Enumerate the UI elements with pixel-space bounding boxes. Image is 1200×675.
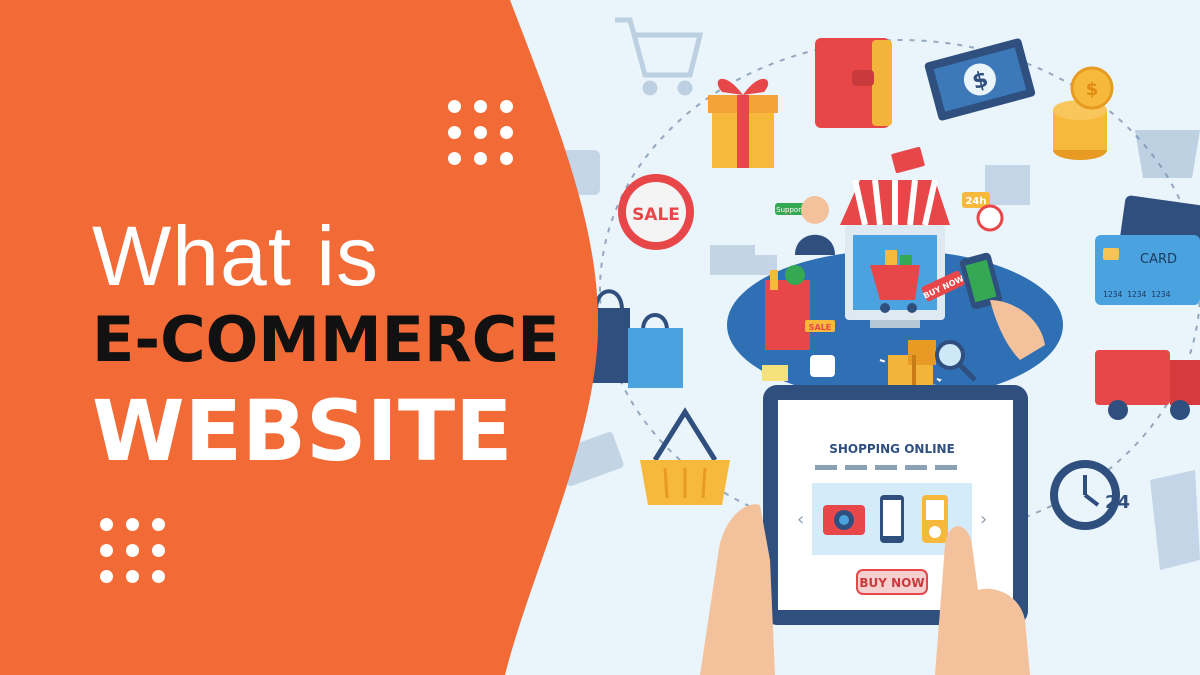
orange-title-panel — [0, 0, 599, 675]
ecommerce-illustration: $ $ SALE CARD 1234 1234 1234 24 Support … — [0, 0, 1200, 675]
clock-label: 24 — [1105, 492, 1130, 513]
phone-product-icon — [880, 495, 904, 543]
buy-now-label: BUY NOW — [859, 576, 924, 590]
screen-title: SHOPPING ONLINE — [829, 442, 955, 456]
background-gift-icon — [985, 165, 1030, 205]
svg-text:$: $ — [1086, 79, 1099, 100]
buy-now-button[interactable]: BUY NOW — [856, 569, 928, 595]
music-player-product-icon — [922, 495, 948, 543]
sale-badge-label: SALE — [632, 205, 680, 225]
svg-text:SALE: SALE — [809, 323, 832, 332]
card-label: CARD — [1140, 252, 1177, 267]
sale-badge-icon: SALE — [618, 174, 694, 250]
svg-text:Support: Support — [776, 206, 804, 214]
background-basket-icon — [1135, 130, 1200, 178]
svg-text:‹: ‹ — [797, 509, 804, 530]
card-number: 1234 1234 1234 — [1103, 290, 1171, 299]
svg-text:24h: 24h — [965, 196, 986, 207]
wallet-icon — [815, 38, 892, 128]
camera-product-icon — [823, 505, 865, 535]
svg-text:›: › — [980, 509, 987, 530]
